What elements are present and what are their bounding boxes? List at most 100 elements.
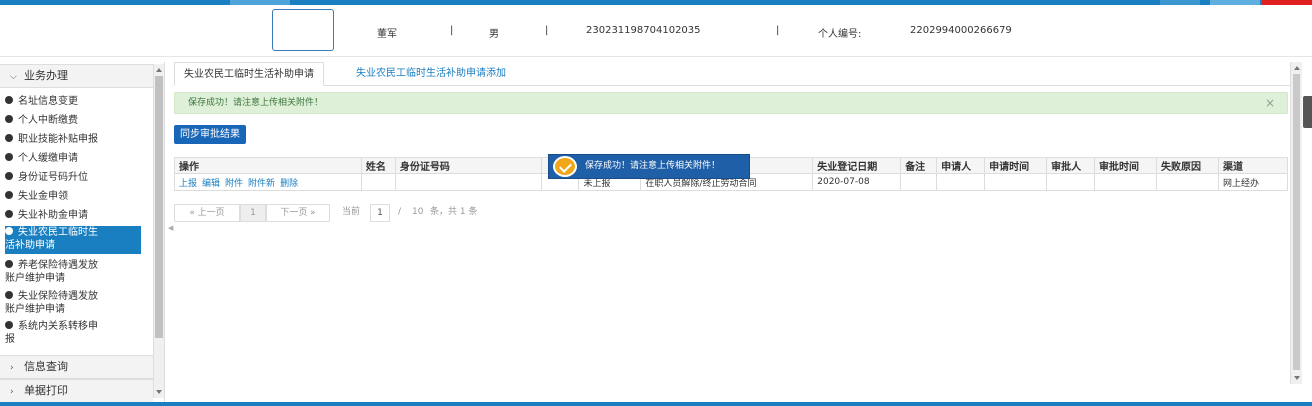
sync-approval-button[interactable]: 同步审批结果: [174, 125, 246, 144]
col-id-number: 身份证号码: [394, 157, 542, 174]
cell-reg-date: 2020-07-08: [812, 173, 902, 191]
per-page-value: 10: [412, 207, 424, 217]
separator: |: [776, 25, 780, 36]
chevron-down-icon: ⌵: [10, 72, 17, 82]
sidebar-section-label: 信息查询: [24, 360, 68, 373]
col-actions: 操作: [174, 157, 362, 174]
sidebar-section-label: 业务办理: [24, 69, 68, 82]
person-gender: 男: [489, 29, 499, 40]
cell-applicant: [936, 173, 986, 191]
sidebar-item-label: 账户维护申请: [5, 273, 65, 284]
sidebar-item-unemployment-subsidy[interactable]: 失业补助金申请: [5, 209, 141, 222]
sidebar-item-label: 失业保险待遇发放: [18, 291, 98, 302]
scrollbar-thumb[interactable]: [1293, 74, 1300, 370]
side-panel-handle[interactable]: [1303, 96, 1312, 128]
bottom-accent-bar: [0, 402, 1312, 406]
separator: |: [545, 25, 549, 36]
page-number-button[interactable]: 1: [240, 204, 266, 222]
cell-fail-reason: [1156, 173, 1219, 191]
chevron-right-icon: ›: [10, 387, 14, 397]
sidebar-scrollbar[interactable]: [153, 64, 164, 398]
tab-bar: 失业农民工临时生活补助申请 失业农民工临时生活补助申请添加: [174, 62, 1294, 86]
sidebar-item-label: 报: [5, 334, 15, 345]
separator: |: [450, 25, 454, 36]
bullet-icon: [5, 191, 13, 199]
cell-id-number: [394, 173, 542, 191]
close-icon[interactable]: ×: [1265, 93, 1275, 113]
sidebar-item-id-upgrade[interactable]: 身份证号码升位: [5, 171, 141, 184]
success-alert: 保存成功！请注意上传相关附件！ ×: [174, 92, 1288, 114]
person-id-number: 230231198704102035: [586, 25, 701, 36]
sidebar-item-label: 名址信息变更: [18, 96, 78, 107]
sidebar-item-unemployment-benefit[interactable]: 失业金申领: [5, 190, 141, 203]
col-approver: 审批人: [1046, 157, 1096, 174]
report-link[interactable]: 上报: [179, 179, 197, 189]
sidebar-item-label: 失业补助金申请: [18, 210, 88, 221]
sidebar-item-label: 失业金申领: [18, 191, 68, 202]
person-no-label: 个人编号:: [818, 29, 862, 40]
scroll-down-icon[interactable]: [1294, 376, 1300, 380]
sidebar-item-skill-subsidy[interactable]: 职业技能补贴申报: [5, 133, 141, 146]
col-apply-time: 申请时间: [984, 157, 1048, 174]
attachment-new-link[interactable]: 附件新: [248, 179, 275, 189]
sidebar-item-label: 个人中断缴费: [18, 115, 78, 126]
bullet-icon: [5, 172, 13, 180]
bullet-icon: [5, 321, 13, 329]
prev-page-button[interactable]: « 上一页: [174, 204, 240, 222]
scroll-up-icon[interactable]: [156, 68, 162, 72]
checkmark-icon: [553, 156, 577, 177]
col-name: 姓名: [360, 157, 396, 174]
sidebar-section-query[interactable]: › 信息查询: [0, 355, 153, 379]
next-page-button[interactable]: 下一页 »: [266, 204, 330, 222]
sidebar-item-address-change[interactable]: 名址信息变更: [5, 95, 141, 108]
sidebar-item-migrant-worker-subsidy[interactable]: 失业农民工临时生活补助申请: [5, 226, 141, 254]
person-info-header: 董军 | 男 | 230231198704102035 | 个人编号: 2202…: [0, 5, 1312, 57]
avatar: [272, 9, 334, 51]
sidebar-item-label: 活补助申请: [5, 240, 55, 251]
attachment-link[interactable]: 附件: [225, 179, 243, 189]
main-content: 失业农民工临时生活补助申请 失业农民工临时生活补助申请添加 保存成功！请注意上传…: [166, 62, 1296, 406]
sidebar-item-deferred-payment[interactable]: 个人缓缴申请: [5, 152, 141, 165]
sidebar-section-print[interactable]: › 单据打印: [0, 379, 153, 403]
sidebar-item-label: 个人缓缴申请: [18, 153, 78, 164]
cell-apply-time: [984, 173, 1048, 191]
bullet-icon: [5, 96, 13, 104]
scrollbar-thumb[interactable]: [155, 76, 163, 338]
sidebar-item-unemployment-account[interactable]: 失业保险待遇发放 账户维护申请: [5, 290, 141, 316]
sidebar-section-business[interactable]: ⌵ 业务办理: [0, 64, 153, 88]
sidebar: ⌵ 业务办理 名址信息变更 个人中断缴费 职业技能补贴申报 个人缓缴申请 身份证号…: [0, 62, 165, 406]
current-page-input[interactable]: 1: [370, 204, 390, 222]
sidebar-item-label: 失业农民工临时生: [18, 227, 98, 238]
delete-link[interactable]: 删除: [280, 179, 298, 189]
bullet-icon: [5, 153, 13, 161]
sidebar-item-pension-account[interactable]: 养老保险待遇发放账户维护申请: [5, 259, 141, 285]
alert-message: 保存成功！请注意上传相关附件！: [188, 98, 324, 108]
current-label: 当前: [342, 207, 361, 217]
success-toast: 保存成功！请注意上传相关附件！: [548, 154, 750, 179]
sidebar-item-suspend-payment[interactable]: 个人中断缴费: [5, 114, 141, 127]
scroll-up-icon[interactable]: [1294, 66, 1300, 70]
col-channel: 渠道: [1217, 157, 1289, 174]
col-remark: 备注: [900, 157, 938, 174]
sidebar-item-label: 系统内关系转移申: [18, 321, 98, 332]
scroll-down-icon[interactable]: [156, 390, 162, 394]
sidebar-section-label: 单据打印: [24, 384, 68, 397]
sidebar-item-relation-transfer[interactable]: 系统内关系转移申报: [5, 320, 141, 346]
bullet-icon: [5, 210, 13, 218]
bullet-icon: [5, 227, 13, 235]
tab-migrant-subsidy-apply[interactable]: 失业农民工临时生活补助申请: [174, 62, 324, 86]
col-reg-date: 失业登记日期: [812, 157, 902, 174]
edit-link[interactable]: 编辑: [202, 179, 220, 189]
col-fail-reason: 失败原因: [1156, 157, 1219, 174]
main-scrollbar[interactable]: [1290, 62, 1302, 384]
sidebar-item-label: 养老保险待遇发放: [18, 260, 98, 271]
person-name: 董军: [377, 29, 397, 40]
cell-approve-time: [1094, 173, 1157, 191]
cell-actions: 上报 编辑 附件 附件新 删除: [174, 173, 362, 191]
toast-message: 保存成功！请注意上传相关附件！: [585, 161, 721, 171]
cell-name: [360, 173, 396, 191]
bullet-icon: [5, 291, 13, 299]
pager-summary: 条，共 1 条: [430, 207, 478, 217]
tab-migrant-subsidy-add[interactable]: 失业农民工临时生活补助申请添加: [347, 62, 515, 86]
bullet-icon: [5, 115, 13, 123]
